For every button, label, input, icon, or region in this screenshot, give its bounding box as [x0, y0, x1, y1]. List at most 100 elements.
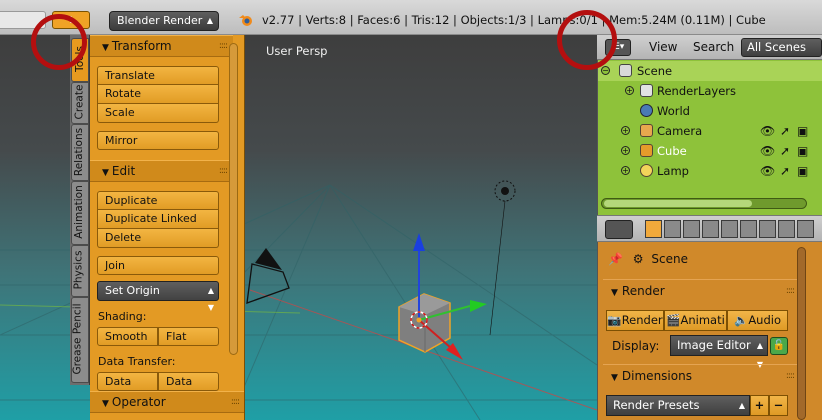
- editor-type-dropdown[interactable]: [605, 220, 633, 239]
- flat-button[interactable]: Flat: [158, 327, 219, 346]
- modifiers-tab-icon[interactable]: [759, 220, 776, 238]
- add-preset-button[interactable]: +: [750, 395, 769, 416]
- camera-label: Camera: [657, 124, 703, 138]
- set-origin-dropdown[interactable]: Set Origin ▲ ▼: [97, 281, 219, 312]
- visibility-eye-icon[interactable]: 👁: [760, 161, 775, 181]
- transform-header-label: Transform: [111, 39, 172, 53]
- dimensions-header-label: Dimensions: [621, 369, 692, 383]
- renderability-camera-icon[interactable]: ▣: [797, 141, 808, 161]
- join-button[interactable]: Join: [97, 256, 219, 275]
- drag-grip-icon[interactable]: ::::: [231, 392, 240, 412]
- outliner-item-scene[interactable]: − Scene: [598, 61, 822, 81]
- expand-icon[interactable]: +: [621, 166, 630, 175]
- render-layers-tab-icon[interactable]: [664, 220, 681, 238]
- outliner-item-lamp[interactable]: + Lamp 👁 ➚ ▣: [598, 161, 822, 181]
- drag-grip-icon[interactable]: ::::: [786, 280, 795, 302]
- collapse-icon[interactable]: −: [601, 66, 610, 75]
- outliner-item-renderlayers[interactable]: + RenderLayers: [598, 81, 822, 101]
- expand-icon[interactable]: +: [625, 86, 634, 95]
- renderlayers-icon: [640, 84, 653, 97]
- tool-panel-scrollbar[interactable]: [229, 43, 238, 355]
- constraints-tab-icon[interactable]: [740, 220, 757, 238]
- outliner-header: ☰▾ View Search All Scenes: [597, 35, 822, 60]
- lamp-object[interactable]: [489, 180, 516, 336]
- collapse-triangle-icon: ▼: [611, 373, 618, 383]
- visibility-eye-icon[interactable]: 👁: [760, 121, 775, 141]
- outliner-item-camera[interactable]: + Camera 👁 ➚ ▣: [598, 121, 822, 141]
- render-presets-dropdown[interactable]: Render Presets ▲▼: [606, 395, 750, 416]
- collapse-triangle-icon: ▼: [611, 288, 618, 298]
- render-image-button[interactable]: 📷Render: [606, 310, 664, 331]
- renderability-camera-icon[interactable]: ▣: [797, 161, 808, 181]
- tab-animation[interactable]: Animation: [71, 181, 89, 245]
- tab-create[interactable]: Create: [71, 82, 89, 124]
- tab-create-label: Create: [73, 84, 86, 120]
- operator-panel-header[interactable]: ▼ Operator::::: [90, 391, 244, 413]
- scene-stats: v2.77 | Verts:8 | Faces:6 | Tris:12 | Ob…: [262, 13, 766, 27]
- view-persp-label: User Persp: [266, 44, 328, 58]
- renderability-camera-icon[interactable]: ▣: [797, 121, 808, 141]
- selectability-cursor-icon[interactable]: ➚: [780, 141, 790, 161]
- drag-grip-icon[interactable]: ::::: [219, 36, 228, 56]
- tab-physics-label: Physics: [72, 250, 85, 290]
- material-tab-icon[interactable]: [797, 220, 814, 238]
- duplicate-button[interactable]: Duplicate: [97, 191, 219, 210]
- smooth-button[interactable]: Smooth: [97, 327, 158, 346]
- scale-button[interactable]: Scale: [97, 104, 219, 123]
- remove-preset-button[interactable]: −: [769, 395, 788, 416]
- selectability-cursor-icon[interactable]: ➚: [780, 161, 790, 181]
- properties-scrollbar[interactable]: [797, 247, 806, 420]
- scrollbar-thumb[interactable]: [604, 200, 752, 207]
- drag-grip-icon[interactable]: ::::: [219, 161, 228, 181]
- render-tab-icon[interactable]: [645, 220, 662, 238]
- display-mode-dropdown[interactable]: Image Editor ▲ ▼: [670, 335, 768, 369]
- translate-button[interactable]: Translate: [97, 66, 219, 85]
- scene-tab-icon[interactable]: [683, 220, 700, 238]
- tab-grease-pencil-label: Grease Pencil: [71, 303, 84, 375]
- pin-icon[interactable]: 📌: [608, 252, 623, 266]
- drag-grip-icon[interactable]: ::::: [786, 365, 795, 387]
- outliner-item-cube[interactable]: + Cube 👁 ➚ ▣: [598, 141, 822, 161]
- selectability-cursor-icon[interactable]: ➚: [780, 121, 790, 141]
- mirror-button[interactable]: Mirror: [97, 131, 219, 150]
- data-layout-button[interactable]: Data Layo: [158, 372, 219, 405]
- render-animation-button[interactable]: 🎬Animati: [664, 310, 727, 331]
- properties-editor: 📌 ⚙ Scene ▼ Render:::: 📷Render 🎬Animati 🔈…: [597, 242, 822, 420]
- operator-header-label: Operator: [111, 395, 166, 409]
- object-tab-icon[interactable]: [721, 220, 738, 238]
- scene-label: Scene: [637, 64, 673, 78]
- tab-physics[interactable]: Physics: [71, 245, 89, 297]
- dimensions-panel-header[interactable]: ▼ Dimensions::::: [603, 364, 798, 386]
- edit-header-label: Edit: [111, 164, 136, 178]
- collapse-triangle-icon: ▼: [102, 43, 109, 53]
- tab-grease-pencil[interactable]: Grease Pencil: [71, 297, 89, 383]
- tab-relations[interactable]: Relations: [71, 124, 89, 181]
- tab-relations-label: Relations: [73, 127, 86, 176]
- shading-label: Shading:: [98, 310, 147, 323]
- lock-interface-toggle[interactable]: 🔓: [770, 337, 788, 355]
- visibility-eye-icon[interactable]: 👁: [760, 141, 775, 161]
- duplicate-linked-button[interactable]: Duplicate Linked: [97, 210, 219, 229]
- display-label: Display:: [612, 339, 660, 353]
- expand-icon[interactable]: +: [621, 126, 630, 135]
- cube-object[interactable]: [398, 293, 451, 353]
- render-panel-header[interactable]: ▼ Render::::: [603, 279, 798, 301]
- world-tab-icon[interactable]: [702, 220, 719, 238]
- expand-icon[interactable]: +: [621, 146, 630, 155]
- blender-logo-icon: [239, 15, 252, 26]
- edit-panel-header[interactable]: ▼ Edit::::: [90, 160, 233, 182]
- menu-search[interactable]: Search: [693, 40, 734, 54]
- camera-object[interactable]: [246, 248, 290, 304]
- transform-panel-header[interactable]: ▼ Transform::::: [90, 35, 233, 57]
- render-engine-dropdown[interactable]: Blender Render ▲▼: [109, 11, 219, 43]
- menu-view[interactable]: View: [649, 40, 677, 54]
- scene-icon: [619, 64, 632, 77]
- outliner-scrollbar[interactable]: [601, 198, 807, 209]
- outliner-item-world[interactable]: World: [598, 101, 822, 121]
- render-audio-button[interactable]: 🔈Audio: [727, 310, 788, 331]
- rotate-button[interactable]: Rotate: [97, 85, 219, 104]
- data-tab-icon[interactable]: [778, 220, 795, 238]
- data-button[interactable]: Data: [97, 372, 158, 391]
- display-mode-dropdown[interactable]: All Scenes: [741, 38, 822, 57]
- delete-button[interactable]: Delete: [97, 229, 219, 248]
